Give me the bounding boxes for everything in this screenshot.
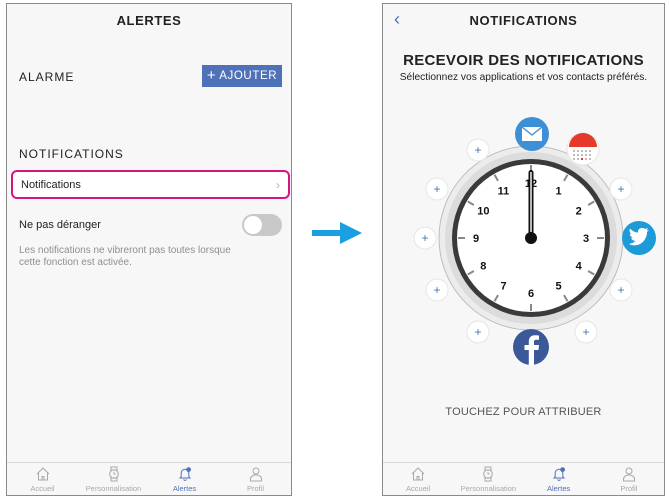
clock-number: 9: [473, 233, 479, 245]
plus-icon: +: [206, 67, 217, 84]
add-slot-button[interactable]: +: [466, 138, 490, 162]
notifications-screen: ‹ NOTIFICATIONS RECEVOIR DES NOTIFICATIO…: [382, 3, 665, 496]
add-slot-button[interactable]: +: [574, 320, 598, 344]
alarm-section-label: ALARME: [19, 70, 75, 84]
add-slot-button[interactable]: +: [425, 278, 449, 302]
add-slot-button[interactable]: +: [425, 177, 449, 201]
receive-notifications-heading: RECEVOIR DES NOTIFICATIONS: [403, 52, 644, 69]
clock-hand-highlight: [530, 172, 532, 232]
tab-label: Alertes: [546, 484, 571, 493]
notifications-row-label: Notifications: [21, 178, 81, 191]
watch-icon: [108, 466, 119, 482]
do-not-disturb-description: Les notifications ne vibreront pas toute…: [19, 245, 231, 268]
do-not-disturb-label: Ne pas déranger: [19, 219, 101, 231]
do-not-disturb-toggle[interactable]: [242, 214, 282, 236]
page-title: ALERTES: [116, 13, 182, 28]
clock-number: 5: [555, 281, 561, 293]
facebook-icon[interactable]: [513, 329, 549, 365]
add-alarm-button[interactable]: + AJOUTER: [202, 65, 282, 87]
tab-personalization[interactable]: Personnalisation: [78, 463, 149, 495]
notifications-section-label: NOTIFICATIONS: [19, 147, 124, 161]
clock-number: 2: [576, 206, 582, 218]
bell-icon: [552, 467, 565, 481]
tab-bar: Accueil Personnalisation Alertes Profil: [383, 462, 664, 495]
clock-number: 4: [576, 261, 583, 273]
tab-alerts[interactable]: Alertes: [149, 463, 220, 495]
plus-icon: +: [617, 283, 624, 297]
calendar-icon[interactable]: [566, 132, 600, 166]
clock-number: 3: [583, 233, 589, 245]
plus-icon: +: [617, 182, 624, 196]
tab-home[interactable]: Accueil: [383, 463, 453, 495]
chevron-right-icon: ›: [276, 177, 280, 192]
clock-number: 7: [500, 281, 506, 293]
bell-icon: [178, 467, 191, 481]
plus-icon: +: [433, 283, 440, 297]
home-icon: [411, 467, 425, 481]
add-slot-button[interactable]: +: [609, 177, 633, 201]
tab-bar: Accueil Personnalisation Alertes Profil: [7, 462, 291, 495]
page-title: NOTIFICATIONS: [469, 13, 578, 28]
tab-home[interactable]: Accueil: [7, 463, 78, 495]
plus-icon: +: [474, 325, 481, 339]
toggle-knob: [244, 216, 262, 234]
add-slot-button[interactable]: +: [413, 226, 437, 250]
watch-icon: [483, 466, 494, 482]
alerts-screen: ALERTES ALARME + AJOUTER NOTIFICATIONS N…: [6, 3, 292, 496]
tab-alerts[interactable]: Alertes: [524, 463, 594, 495]
receive-notifications-subheading: Sélectionnez vos applications et vos con…: [399, 72, 648, 83]
twitter-icon[interactable]: [622, 221, 656, 255]
plus-icon: +: [582, 325, 589, 339]
home-icon: [36, 467, 49, 481]
tab-label: Profil: [246, 484, 265, 493]
notification-clock[interactable]: 121234567891011 ++++++++: [383, 110, 665, 374]
plus-icon: +: [433, 182, 440, 196]
user-icon: [249, 467, 262, 482]
tab-label: Accueil: [406, 484, 431, 493]
add-slot-button[interactable]: +: [609, 278, 633, 302]
clock-number: 8: [480, 261, 486, 273]
clock-number: 11: [498, 185, 510, 197]
tap-to-assign-label: TOUCHEZ POUR ATTRIBUER: [445, 406, 602, 418]
add-button-label: AJOUTER: [219, 70, 278, 82]
notifications-row[interactable]: Notifications ›: [11, 170, 290, 199]
tab-profile[interactable]: Profil: [594, 463, 664, 495]
tab-label: Personnalisation: [85, 484, 142, 493]
plus-icon: +: [421, 231, 428, 245]
email-icon[interactable]: [515, 117, 549, 151]
clock-center-pin: [525, 232, 537, 244]
tab-profile[interactable]: Profil: [220, 463, 291, 495]
tab-personalization[interactable]: Personnalisation: [453, 463, 523, 495]
clock-number: 6: [528, 288, 534, 300]
tab-label: Personnalisation: [460, 484, 517, 493]
clock-number: 1: [555, 185, 561, 197]
tab-label: Alertes: [172, 484, 197, 493]
user-icon: [622, 467, 635, 482]
clock-number: 10: [477, 206, 489, 218]
tab-label: Accueil: [30, 484, 55, 493]
arrow-right-icon: [312, 222, 362, 244]
tab-label: Profil: [620, 484, 638, 493]
plus-icon: +: [474, 143, 481, 157]
add-slot-button[interactable]: +: [466, 320, 490, 344]
